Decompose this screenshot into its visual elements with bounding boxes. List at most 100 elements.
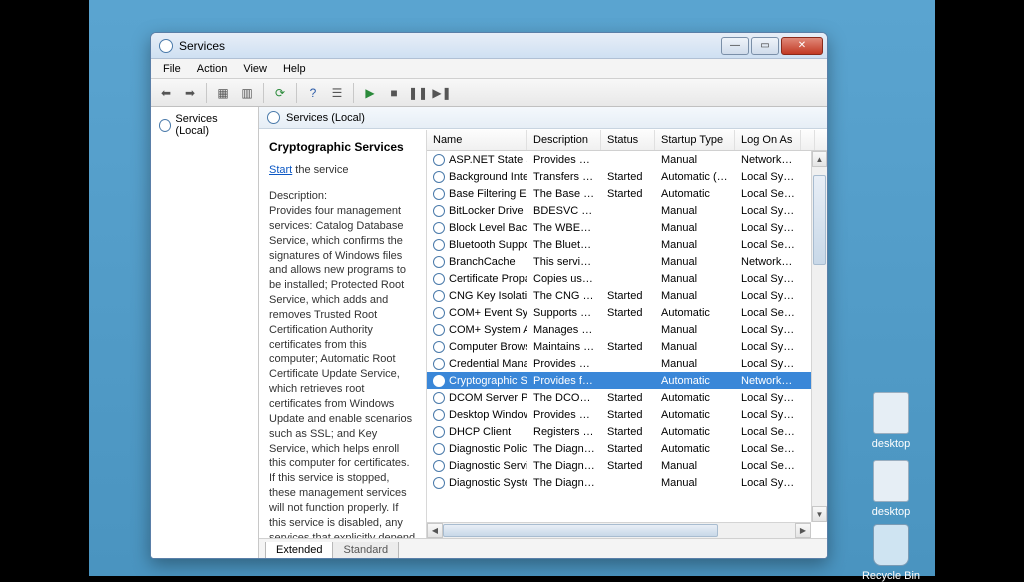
- service-startup-type: Manual: [655, 154, 735, 166]
- service-description: BDESVC hos...: [527, 205, 601, 217]
- service-row[interactable]: Bluetooth Support...The Bluetoo... Manual…: [427, 236, 827, 253]
- scroll-right-icon[interactable]: ▶: [795, 523, 811, 538]
- services-app-icon: [159, 39, 173, 53]
- service-row[interactable]: BranchCacheThis service ...ManualNetwork…: [427, 253, 827, 270]
- menu-action[interactable]: Action: [189, 61, 236, 77]
- service-log-on-as: Network S...: [735, 256, 801, 268]
- pause-service-button[interactable]: ❚❚: [407, 82, 429, 104]
- col-description[interactable]: Description: [527, 130, 601, 150]
- properties-button[interactable]: ☰: [326, 82, 348, 104]
- selected-service-title: Cryptographic Services: [269, 140, 416, 154]
- menu-help[interactable]: Help: [275, 61, 314, 77]
- service-row[interactable]: Computer BrowserMaintains a...StartedMan…: [427, 338, 827, 355]
- service-row[interactable]: DCOM Server Pro...The DCOM...StartedAuto…: [427, 389, 827, 406]
- help-button[interactable]: ?: [302, 82, 324, 104]
- service-status: Started: [601, 341, 655, 353]
- close-button[interactable]: ✕: [781, 37, 823, 55]
- scroll-thumb[interactable]: [443, 524, 718, 537]
- service-name: Block Level Backu...: [449, 222, 527, 234]
- service-status: Started: [601, 171, 655, 183]
- service-startup-type: Manual: [655, 205, 735, 217]
- console-tree[interactable]: Services (Local): [151, 107, 259, 558]
- service-row[interactable]: Certificate Propag...Copies user ...Manu…: [427, 270, 827, 287]
- start-service-button[interactable]: ▶: [359, 82, 381, 104]
- service-row[interactable]: Desktop Window ...Provides De...StartedA…: [427, 406, 827, 423]
- col-startup-type[interactable]: Startup Type: [655, 130, 735, 150]
- service-row[interactable]: Background Intelli...Transfers fil...Sta…: [427, 168, 827, 185]
- gear-icon: [433, 477, 445, 489]
- service-description: This service ...: [527, 256, 601, 268]
- service-name: Desktop Window ...: [449, 409, 527, 421]
- tree-root-item[interactable]: Services (Local): [157, 111, 252, 139]
- service-description: The Bluetoo...: [527, 239, 601, 251]
- horizontal-scrollbar[interactable]: ◀ ▶: [427, 522, 811, 538]
- gear-icon: [267, 111, 280, 124]
- service-row[interactable]: Credential ManagerProvides se...ManualLo…: [427, 355, 827, 372]
- service-description: The DCOM...: [527, 392, 601, 404]
- service-name: DHCP Client: [449, 426, 511, 438]
- service-row[interactable]: ASP.NET State Ser...Provides su... Manual…: [427, 151, 827, 168]
- service-status: Started: [601, 409, 655, 421]
- maximize-button[interactable]: ▭: [751, 37, 779, 55]
- tab-extended[interactable]: Extended: [265, 542, 333, 558]
- col-status[interactable]: Status: [601, 130, 655, 150]
- scroll-thumb[interactable]: [813, 175, 826, 265]
- tab-standard[interactable]: Standard: [332, 542, 399, 558]
- restart-service-button[interactable]: ▶❚: [431, 82, 453, 104]
- service-log-on-as: Local Service: [735, 443, 801, 455]
- service-startup-type: Manual: [655, 290, 735, 302]
- col-log-on-as[interactable]: Log On As: [735, 130, 801, 150]
- col-name[interactable]: Name: [427, 130, 527, 150]
- desktop-shortcut[interactable]: desktop: [859, 460, 923, 518]
- forward-button[interactable]: ➡: [179, 82, 201, 104]
- service-startup-type: Manual: [655, 477, 735, 489]
- minimize-button[interactable]: —: [721, 37, 749, 55]
- service-name: Credential Manager: [449, 358, 527, 370]
- service-row[interactable]: DHCP ClientRegisters an...StartedAutomat…: [427, 423, 827, 440]
- service-description: Provides su...: [527, 154, 601, 166]
- scroll-up-icon[interactable]: ▲: [812, 151, 827, 167]
- service-description: The Diagno...: [527, 477, 601, 489]
- service-name: COM+ System Ap...: [449, 324, 527, 336]
- up-button[interactable]: ▦: [212, 82, 234, 104]
- service-row[interactable]: Block Level Backu...The WBENG...ManualLo…: [427, 219, 827, 236]
- start-service-link[interactable]: Start: [269, 164, 292, 176]
- service-row[interactable]: Diagnostic Policy ...The Diagno...Starte…: [427, 440, 827, 457]
- titlebar[interactable]: Services — ▭ ✕: [151, 33, 827, 59]
- service-startup-type: Automatic: [655, 188, 735, 200]
- menu-file[interactable]: File: [155, 61, 189, 77]
- service-startup-type: Manual: [655, 239, 735, 251]
- recycle-bin[interactable]: Recycle Bin: [859, 524, 923, 582]
- back-button[interactable]: ⬅: [155, 82, 177, 104]
- scroll-left-icon[interactable]: ◀: [427, 523, 443, 538]
- service-description: Provides se...: [527, 358, 601, 370]
- gear-icon: [433, 154, 445, 166]
- service-name: DCOM Server Pro...: [449, 392, 527, 404]
- service-row[interactable]: Diagnostic Service...The Diagno...Starte…: [427, 457, 827, 474]
- desktop-shortcut[interactable]: desktop: [859, 392, 923, 450]
- vertical-scrollbar[interactable]: ▲▼: [811, 151, 827, 522]
- tree-root-label: Services (Local): [175, 113, 250, 137]
- service-name: BranchCache: [449, 256, 516, 268]
- refresh-button[interactable]: ⟳: [269, 82, 291, 104]
- service-row[interactable]: Base Filtering Engi...The Base Fil...Sta…: [427, 185, 827, 202]
- description-label: Description:: [269, 190, 416, 202]
- service-row[interactable]: CNG Key IsolationThe CNG ke...StartedMan…: [427, 287, 827, 304]
- service-description: The Base Fil...: [527, 188, 601, 200]
- service-row[interactable]: COM+ System Ap...Manages th...ManualLoca…: [427, 321, 827, 338]
- service-name: ASP.NET State Ser...: [449, 154, 527, 166]
- service-startup-type: Manual: [655, 324, 735, 336]
- menu-view[interactable]: View: [235, 61, 275, 77]
- pane-header-label: Services (Local): [286, 112, 365, 124]
- service-row[interactable]: Diagnostic System...The Diagno...ManualL…: [427, 474, 827, 491]
- show-hide-tree-button[interactable]: ▥: [236, 82, 258, 104]
- gear-icon: [433, 358, 445, 370]
- service-row[interactable]: Cryptographic Ser...Provides fo...Automa…: [427, 372, 827, 389]
- scroll-down-icon[interactable]: ▼: [812, 506, 827, 522]
- service-name: Bluetooth Support...: [449, 239, 527, 251]
- service-row[interactable]: COM+ Event Syst...Supports Sy...StartedA…: [427, 304, 827, 321]
- service-row[interactable]: BitLocker Drive En...BDESVC hos...Manual…: [427, 202, 827, 219]
- stop-service-button[interactable]: ■: [383, 82, 405, 104]
- file-icon: [873, 392, 909, 434]
- service-status: Started: [601, 426, 655, 438]
